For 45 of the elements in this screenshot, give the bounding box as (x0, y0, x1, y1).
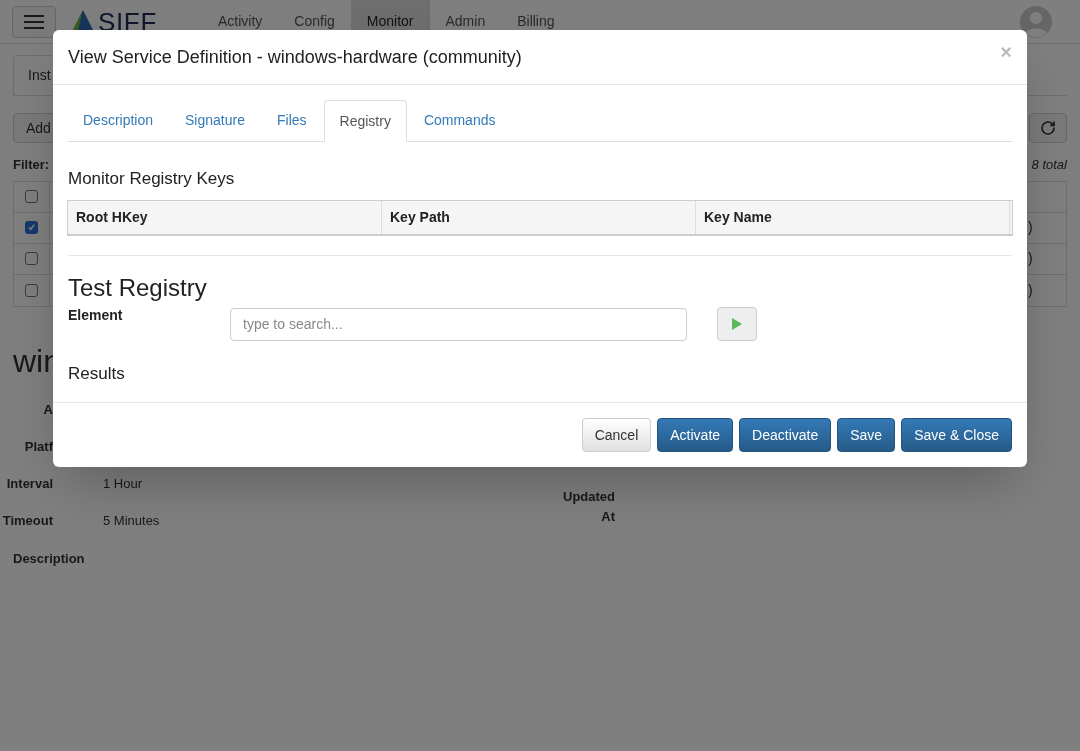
tab[interactable]: Description (68, 100, 169, 141)
column-header: Key Name (696, 200, 1010, 234)
field-value: 1 Hour (103, 474, 143, 493)
total-count: 8 total (1031, 156, 1067, 174)
play-icon (732, 317, 742, 330)
dialog-button[interactable]: Save (837, 418, 896, 452)
tab[interactable]: Commands (408, 100, 511, 141)
column-header: Key Path (382, 200, 696, 234)
refresh-icon (1040, 120, 1056, 136)
checkbox[interactable] (25, 283, 38, 297)
run-button[interactable] (717, 306, 757, 341)
column-header: Root HKey (68, 200, 382, 234)
table-cell-text: ) (1028, 280, 1033, 300)
section-title: Test Registry (68, 275, 207, 300)
table-cell-text: ) (1028, 218, 1033, 237)
checkbox[interactable] (25, 221, 38, 234)
filter-label: Filter: (13, 156, 50, 174)
section-title: Monitor Registry Keys (68, 168, 235, 190)
field-label: A (43, 400, 53, 419)
check-icon (27, 223, 36, 232)
field-label: Element (68, 305, 124, 325)
dialog-button[interactable]: Activate (657, 418, 734, 452)
section-title: Results (68, 362, 125, 385)
search-field[interactable]: type to search... (230, 307, 687, 341)
field-label: Platf (24, 437, 53, 456)
field-label: Timeout (2, 511, 53, 530)
field-label: Updated At (562, 487, 615, 526)
avatar-icon[interactable] (1020, 5, 1052, 38)
tab[interactable]: Registry (323, 100, 407, 142)
menu-icon (24, 14, 44, 29)
table-cell-text: ) (1028, 249, 1033, 268)
tab[interactable]: Files (261, 100, 322, 141)
menu-button[interactable] (12, 5, 56, 38)
modal-title: View Service Definition - windows-hardware (community) (68, 45, 522, 69)
checkbox[interactable] (25, 190, 38, 203)
dialog-button[interactable]: Deactivate (739, 418, 832, 452)
tab[interactable]: Signature (170, 100, 260, 141)
logo-text: SIFF (98, 8, 157, 35)
dialog-button[interactable]: Save & Close (901, 418, 1012, 452)
refresh-button[interactable] (1029, 113, 1067, 143)
field-value: 5 Minutes (103, 511, 160, 530)
field-label: Description (13, 549, 85, 568)
field-label: Interval (6, 474, 53, 493)
dialog-button[interactable]: Cancel (581, 418, 652, 452)
checkbox[interactable] (25, 252, 38, 265)
